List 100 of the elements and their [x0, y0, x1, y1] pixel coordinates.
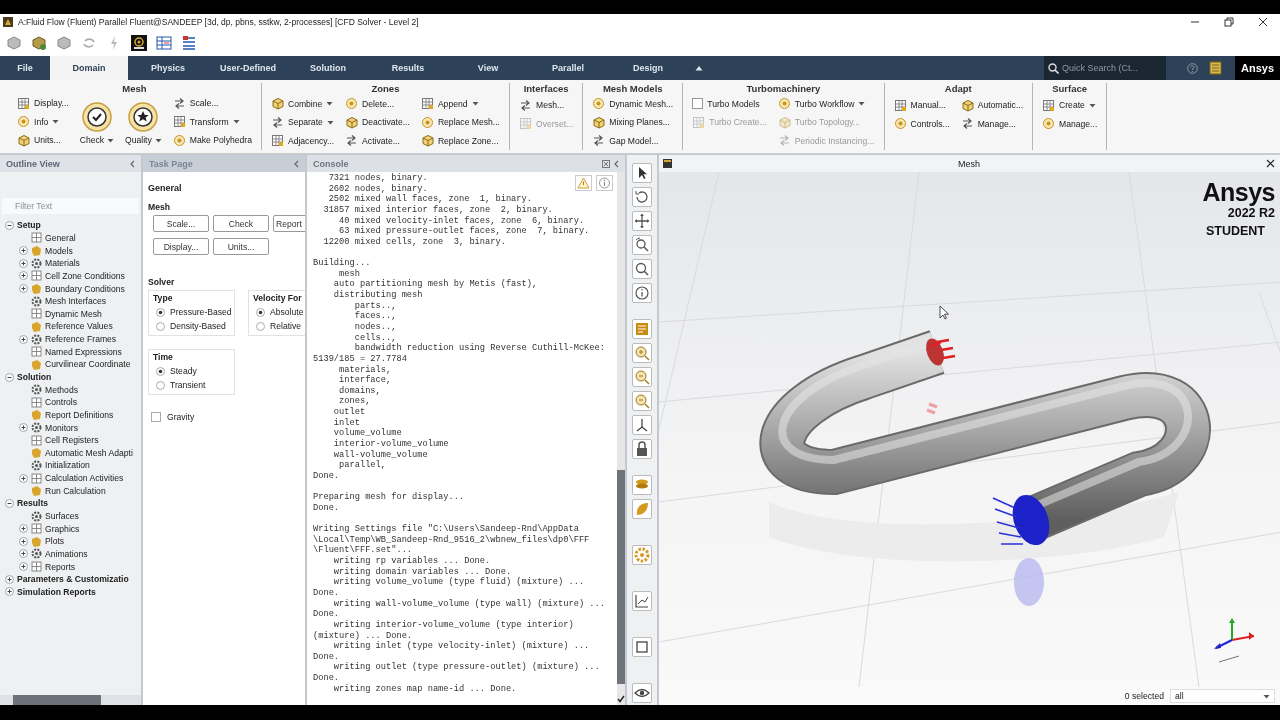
- collapse-icon[interactable]: [5, 220, 14, 230]
- ribbon-tab[interactable]: File: [0, 56, 50, 80]
- zoom-in-icon[interactable]: [632, 343, 652, 363]
- tree-item[interactable]: Models: [45, 245, 73, 256]
- search-input[interactable]: Quick Search (Ct...: [1062, 63, 1162, 73]
- tree-item[interactable]: Simulation Reports: [17, 586, 96, 597]
- layers-icon[interactable]: [632, 475, 652, 495]
- tool-button[interactable]: Deactivate...: [343, 113, 412, 132]
- tree-item[interactable]: Dynamic Mesh: [45, 308, 102, 319]
- tree-item[interactable]: Materials: [45, 258, 80, 269]
- tree-item[interactable]: Named Expressions: [45, 346, 122, 357]
- radio-button[interactable]: [156, 366, 165, 376]
- collapse-icon[interactable]: [5, 498, 14, 508]
- tool-button[interactable]: Controls...: [891, 114, 952, 133]
- tree-item[interactable]: Methods: [45, 384, 78, 395]
- cube-icon[interactable]: [31, 35, 47, 51]
- expand-icon[interactable]: [19, 246, 28, 256]
- panel-button[interactable]: Check: [213, 215, 269, 232]
- tool-button[interactable]: Mixing Planes...: [590, 113, 676, 132]
- chart-icon[interactable]: [632, 591, 652, 611]
- cube-icon[interactable]: [56, 35, 72, 51]
- tool-button[interactable]: Delete...: [343, 94, 412, 113]
- tool-button[interactable]: Check: [77, 94, 117, 150]
- tree-item[interactable]: Solution: [17, 372, 52, 382]
- pan-icon[interactable]: [632, 211, 652, 231]
- tool-button[interactable]: Mesh...: [517, 96, 576, 115]
- check-icon[interactable]: [617, 695, 625, 703]
- tree-item[interactable]: Run Calculation: [45, 485, 106, 496]
- expand-icon[interactable]: [19, 549, 28, 559]
- ribbon-tab[interactable]: View: [448, 56, 528, 80]
- tree-item[interactable]: Monitors: [45, 422, 78, 433]
- tool-button[interactable]: Manual...: [891, 96, 952, 115]
- ribbon-tab[interactable]: Domain: [50, 56, 128, 80]
- expand-icon[interactable]: [19, 524, 28, 534]
- tool-button[interactable]: Append: [418, 94, 502, 113]
- expand-icon[interactable]: [5, 587, 14, 597]
- tree-item[interactable]: Curvilinear Coordinate: [45, 359, 131, 370]
- help-icon[interactable]: [1187, 62, 1198, 74]
- notes-icon[interactable]: [632, 319, 652, 339]
- tool-button[interactable]: Manage...: [1040, 114, 1100, 133]
- filter-field[interactable]: Filter Text: [2, 198, 139, 214]
- scrollbar-thumb[interactable]: [617, 470, 625, 684]
- tree-item[interactable]: Graphics: [45, 523, 80, 534]
- expand-icon[interactable]: [19, 562, 28, 572]
- tool-button[interactable]: Units...: [15, 131, 71, 150]
- ribbon-tab[interactable]: User-Defined: [208, 56, 288, 80]
- tool-button[interactable]: Quality: [123, 94, 164, 150]
- tool-button[interactable]: Combine: [268, 94, 337, 113]
- tree-item[interactable]: Reports: [45, 561, 76, 572]
- zoom-out-icon[interactable]: [632, 367, 652, 387]
- tool-button[interactable]: Display...: [15, 94, 71, 113]
- tree-item[interactable]: Reference Values: [45, 321, 113, 332]
- expand-icon[interactable]: [19, 284, 28, 293]
- ribbon-tab[interactable]: Solution: [288, 56, 368, 80]
- tool-button[interactable]: Make Polyhedra: [170, 131, 254, 150]
- expand-icon[interactable]: [19, 271, 28, 281]
- ribbon-tab[interactable]: Physics: [128, 56, 208, 80]
- zoom-out-icon[interactable]: [632, 391, 652, 411]
- panel-button[interactable]: Report: [273, 215, 305, 232]
- ribbon-tab[interactable]: Design: [608, 56, 688, 80]
- tool-button[interactable]: Replace Zone...: [418, 131, 502, 150]
- list-icon[interactable]: [181, 35, 197, 51]
- detach-icon[interactable]: [602, 159, 610, 168]
- tool-button[interactable]: Create: [1040, 96, 1100, 115]
- tool-button[interactable]: Scale...: [170, 94, 254, 113]
- tree-item[interactable]: Results: [17, 498, 49, 509]
- checkbox[interactable]: [692, 98, 704, 110]
- expand-icon[interactable]: [19, 258, 28, 268]
- axes-icon[interactable]: [632, 415, 652, 435]
- panel-button[interactable]: Display...: [153, 238, 209, 255]
- panel-button[interactable]: Scale...: [153, 215, 209, 232]
- tree-item[interactable]: Cell Zone Conditions: [45, 270, 125, 281]
- tree-item[interactable]: Mesh Interfaces: [45, 296, 107, 307]
- collapse-ribbon-icon[interactable]: [695, 65, 703, 71]
- lock-icon[interactable]: [632, 439, 652, 459]
- radio-button[interactable]: [256, 321, 265, 331]
- collapse-icon[interactable]: [5, 372, 14, 382]
- tool-button[interactable]: Separate: [268, 113, 337, 132]
- search-field[interactable]: Quick Search (Ct...: [1044, 56, 1166, 80]
- zoom-icon[interactable]: [632, 235, 652, 255]
- table-icon[interactable]: [156, 35, 172, 51]
- expand-icon[interactable]: [19, 536, 28, 546]
- tree-item[interactable]: General: [45, 232, 76, 243]
- search-icon[interactable]: [1048, 62, 1059, 74]
- square-icon[interactable]: [632, 637, 652, 657]
- filter-dropdown[interactable]: all: [1170, 689, 1275, 703]
- tree-item[interactable]: Controls: [45, 397, 77, 408]
- tree-item[interactable]: Plots: [45, 536, 65, 547]
- notes-icon[interactable]: [1209, 61, 1222, 75]
- radio-button[interactable]: [156, 380, 165, 390]
- rotate-icon[interactable]: [632, 187, 652, 207]
- expand-icon[interactable]: [5, 574, 14, 584]
- eye-icon[interactable]: [632, 683, 652, 703]
- tool-button[interactable]: Info: [15, 112, 71, 131]
- tool-button[interactable]: Manage...: [958, 114, 1026, 133]
- ribbon-tab[interactable]: Results: [368, 56, 448, 80]
- tree-item[interactable]: Parameters & Customizatio: [17, 574, 129, 585]
- tool-button[interactable]: Adjacency...: [268, 131, 337, 150]
- tool-button[interactable]: Activate...: [343, 131, 412, 150]
- close-icon[interactable]: [1258, 17, 1268, 27]
